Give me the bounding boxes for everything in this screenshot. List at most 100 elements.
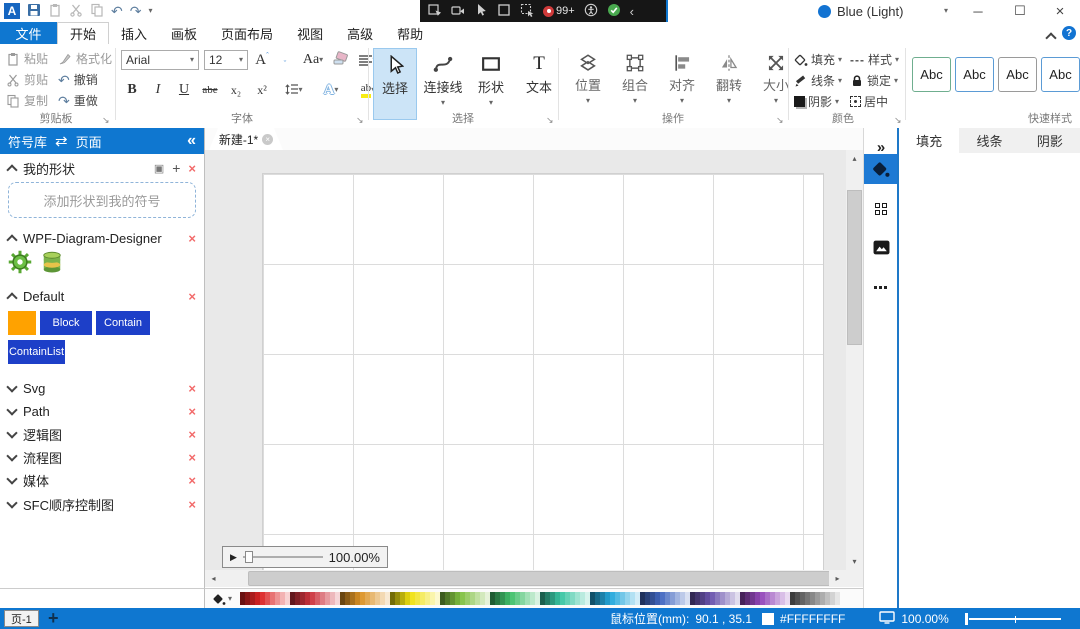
flowchart-section-title[interactable]: 流程图 [23,448,62,467]
path-section-expand-icon[interactable] [6,404,18,416]
maximize-button[interactable]: ☐ [1000,0,1040,22]
colors-dialog-launcher-icon[interactable]: ↘ [894,116,902,125]
image-tool-icon[interactable] [864,232,898,262]
default-section-collapse-icon[interactable] [6,291,18,304]
svg-section-close-icon[interactable]: × [188,381,196,396]
clear-formatting-icon[interactable] [332,50,350,70]
grow-font-button[interactable]: Aˆ [253,50,271,70]
more-tools-icon[interactable] [864,272,898,302]
screen-record-icon[interactable] [451,3,465,20]
minimize-button[interactable]: ─ [958,0,998,22]
vertical-scrollbar[interactable]: ▴ ▾ [846,150,863,570]
quick-style-3[interactable]: Abc [998,57,1037,92]
file-menu-button[interactable]: 文件 [0,22,57,44]
text-effects-button[interactable]: A ▾ [317,80,345,100]
svg-section-title[interactable]: Svg [23,381,45,396]
collapse-sidebar-icon[interactable]: « [187,132,196,150]
redo-icon[interactable]: ↷ [130,4,142,18]
copy-icon[interactable] [90,3,104,20]
go-to-live-visual-tree-icon[interactable] [428,3,442,20]
scroll-down-icon[interactable]: ▾ [846,553,863,570]
save-icon[interactable] [27,3,41,20]
display-layout-adorners-icon[interactable] [497,3,511,20]
quick-style-1[interactable]: Abc [912,57,951,92]
select-dialog-launcher-icon[interactable]: ↘ [546,116,554,125]
tab-fill[interactable]: 填充 [899,128,960,153]
subscript-button[interactable]: x₂ [227,80,245,100]
copy-button[interactable]: 复制 [6,91,48,110]
zoom-play-icon[interactable]: ▶ [230,552,237,563]
tab-home[interactable]: 开始 [57,22,110,45]
paste-icon[interactable] [48,3,62,20]
flowchart-section-close-icon[interactable]: × [188,450,196,465]
svg-section-expand-icon[interactable] [6,381,18,393]
my-shapes-window-icon[interactable]: ▣ [154,162,164,175]
hot-reload-status-icon[interactable] [607,3,621,20]
help-icon[interactable]: ? [1062,26,1076,40]
logic-section-close-icon[interactable]: × [188,427,196,442]
sfc-section-close-icon[interactable]: × [188,497,196,512]
path-section-close-icon[interactable]: × [188,404,196,419]
horizontal-scrollbar[interactable]: ◂ ▸ [205,570,846,587]
database-shape-item[interactable] [40,250,64,277]
qat-customize-icon[interactable]: ▾ [148,7,152,15]
drawing-viewport[interactable]: ▶ 100.00% [205,150,846,570]
shrink-font-button[interactable]: ˇ [276,50,294,70]
scroll-up-icon[interactable]: ▴ [846,150,863,167]
tab-shadow[interactable]: 阴影 [1020,128,1080,153]
scroll-right-icon[interactable]: ▸ [829,570,846,587]
flowchart-section-expand-icon[interactable] [6,450,18,462]
default-section-close-icon[interactable]: × [188,289,196,304]
line-spacing-button[interactable]: ▾ [279,80,309,100]
tab-page-layout[interactable]: 页面布局 [209,22,285,44]
document-tab-close-icon[interactable]: × [262,134,273,145]
wpf-section-close-icon[interactable]: × [188,231,196,246]
italic-button[interactable]: I [149,80,167,100]
tab-insert[interactable]: 插入 [109,22,159,44]
page-tab-button[interactable]: 页-1 [4,610,39,627]
font-size-select[interactable]: 12 ▾ [204,50,248,70]
drawing-page[interactable] [262,173,824,570]
cut-icon[interactable] [69,3,83,20]
tab-advanced[interactable]: 高级 [335,22,385,44]
sfc-section-expand-icon[interactable] [6,497,18,509]
orange-shape-item[interactable] [8,311,36,335]
sfc-section-title[interactable]: SFC顺序控制图 [23,495,114,514]
tab-line[interactable]: 线条 [959,128,1019,153]
theme-dropdown-icon[interactable]: ▾ [944,7,948,15]
underline-button[interactable]: U [175,80,193,100]
clipboard-dialog-launcher-icon[interactable]: ↘ [102,116,110,125]
gear-shape-item[interactable] [8,250,32,277]
strikethrough-button[interactable]: abe [201,80,219,100]
line-style-button[interactable]: --- 样式 ▾ [850,50,899,69]
close-button[interactable]: × [1040,0,1080,22]
my-shapes-collapse-icon[interactable] [6,163,18,176]
line-color-button[interactable]: 线条 ▾ [794,71,842,90]
palette-swatch[interactable] [835,592,841,605]
bold-button[interactable]: B [123,80,141,100]
font-family-select[interactable]: Arial ▾ [121,50,199,70]
wpf-section-collapse-icon[interactable] [6,233,18,246]
statusbar-zoom-slider[interactable] [963,612,1063,626]
paste-button[interactable]: 粘贴 [6,49,48,68]
shadow-button[interactable]: 阴影 ▾ [794,92,842,111]
contain-shape-item[interactable]: Contain [96,311,150,335]
zoom-slider[interactable] [242,551,323,563]
pages-tab[interactable]: 页面 [76,132,102,151]
containlist-shape-item[interactable]: ContainList [8,340,65,364]
add-shape-dropzone[interactable]: 添加形状到我的符号 [8,182,196,218]
change-case-button[interactable]: Aa ▾ [299,50,327,70]
select-element-icon[interactable] [474,3,488,20]
accessibility-checker-icon[interactable] [584,3,598,20]
shapes-grid-icon[interactable] [864,194,898,224]
tab-help[interactable]: 帮助 [385,22,435,44]
logic-section-expand-icon[interactable] [6,427,18,439]
my-shapes-add-icon[interactable]: + [172,160,180,176]
logic-section-title[interactable]: 逻辑图 [23,425,62,444]
media-section-close-icon[interactable]: × [188,473,196,488]
font-dialog-launcher-icon[interactable]: ↘ [356,116,364,125]
media-section-expand-icon[interactable] [6,473,18,485]
zoom-slider-thumb[interactable] [244,551,253,563]
symbols-tab[interactable]: 符号库 [8,132,47,151]
superscript-button[interactable]: x² [253,80,271,100]
